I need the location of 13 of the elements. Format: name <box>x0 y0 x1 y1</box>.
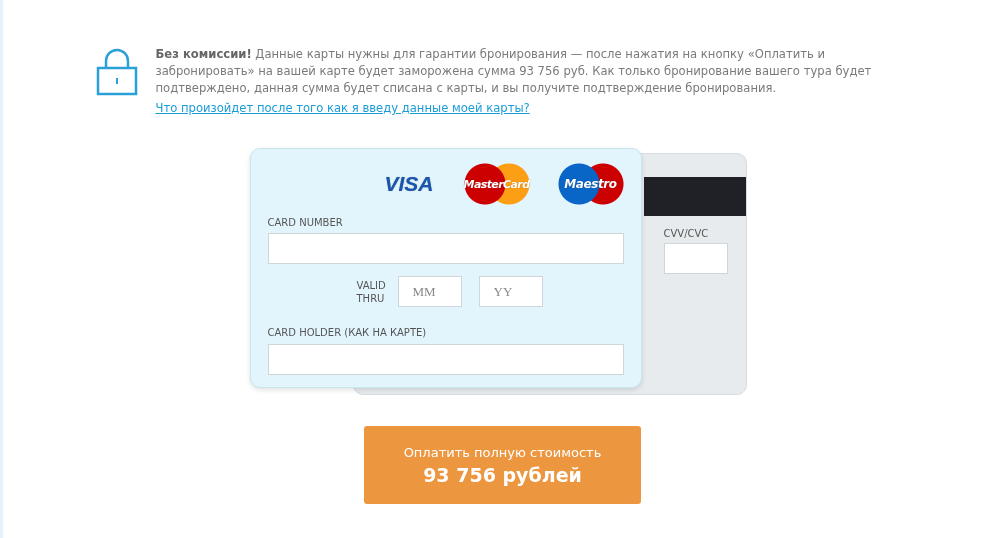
cvv-field[interactable] <box>663 243 728 274</box>
pay-button[interactable]: Оплатить полную стоимость 93 756 рублей <box>364 426 641 504</box>
card-holder-field[interactable] <box>267 344 624 375</box>
lock-icon <box>95 48 138 96</box>
month-field[interactable]: MM <box>397 276 462 307</box>
year-field[interactable]: YY <box>478 276 543 307</box>
card-number-label: CARD NUMBER <box>267 217 344 228</box>
cvv-label: CVV/CVC <box>663 228 710 239</box>
card-number-field[interactable] <box>267 233 624 264</box>
notice-text: Без комиссии! Данные карты нужны для гарантии бронирования — после нажатия на кнопку «Оплатить и забронировать» на вашей карте будет заморожена сумма 93 756 руб. Как только бронирование вашего тура будет подтверждено, данная сумма будет списана с карты, и вы получите подтверждение бронирования. <box>155 46 873 97</box>
visa-logo: VISA <box>383 172 435 196</box>
info-link[interactable]: Что произойдет после того как я введу данные моей карты? <box>155 101 530 115</box>
card-holder-label: CARD HOLDER (КАК НА КАРТЕ) <box>267 327 428 338</box>
